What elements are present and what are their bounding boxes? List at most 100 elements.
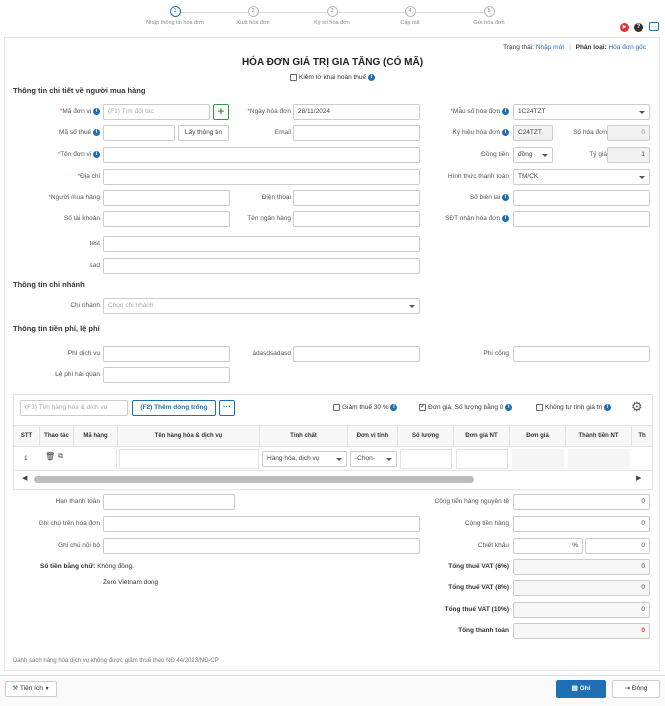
vat10-value: 0 (513, 602, 650, 618)
amount-words-en: Zero Vietnam dong (103, 579, 159, 586)
discount-value[interactable]: 0 (585, 538, 650, 554)
row-price-input[interactable] (512, 449, 564, 469)
account-input[interactable] (103, 211, 230, 227)
customs-fee-input[interactable] (103, 367, 230, 383)
scroll-right-arrow[interactable]: ▶ (636, 474, 641, 482)
close-button[interactable]: ⇥ Đóng (612, 680, 660, 698)
custom-fee-input[interactable] (293, 346, 420, 362)
invoice-note-label: Ghi chú trên hóa đơn (38, 520, 100, 527)
receipt-input[interactable] (513, 190, 650, 206)
save-icon: ▤ (571, 685, 578, 692)
template-label: *Mẫu số hóa đơn i (450, 108, 509, 115)
chat-icon[interactable]: … (649, 22, 659, 31)
row-amount-nt-input[interactable] (568, 449, 630, 469)
row-qty-input[interactable] (400, 449, 452, 469)
row-price-nt-input[interactable] (456, 449, 508, 469)
invoice-note-input[interactable] (103, 516, 420, 532)
subtotal-value: 0 (513, 494, 650, 510)
vat8-label: Tổng thuế VAT (8%) (448, 584, 509, 591)
step-5[interactable]: 5 Gửi hóa đơn (449, 6, 529, 26)
receipt-label: Số biên lai i (470, 194, 509, 201)
buyer-input[interactable] (103, 190, 230, 206)
internal-note-label: Ghi chú nội bộ (58, 542, 100, 549)
goods-label: Cộng tiền hàng (464, 520, 509, 527)
branch-select[interactable]: Chọn chi nhánh (103, 298, 420, 314)
item-search-input[interactable]: (F3) Tìm hàng hóa & dịch vụ (20, 400, 128, 416)
step-4[interactable]: 4 Cấp mã (370, 6, 450, 26)
reduce-tax-checkbox[interactable]: Giảm thuế 30 % i (333, 404, 398, 411)
number-input: 0 (607, 125, 650, 141)
rate-input[interactable]: 1 (607, 147, 650, 163)
unit-code-label: *Mã đơn vị i (60, 108, 100, 115)
service-fee-input[interactable] (103, 346, 230, 362)
account-label: Số tài khoản (63, 215, 100, 222)
gear-icon[interactable]: ⚙ (631, 400, 643, 414)
test-label: test (89, 240, 100, 247)
row-code-input[interactable] (75, 449, 117, 469)
lookup-button[interactable]: Lấy thông tin (178, 125, 229, 141)
bank-input[interactable] (293, 211, 420, 227)
discount-label: Chiết khấu (477, 542, 509, 549)
tax-refund-checkbox[interactable]: Kiêm tờ khai hoàn thuế i (290, 74, 375, 81)
row-nature-select[interactable]: Hàng hóa, dịch vụ (262, 451, 347, 467)
sad-input[interactable] (103, 258, 420, 274)
step-1[interactable]: 1 Nhập thông tin hóa đơn (135, 6, 215, 26)
recv-phone-input[interactable] (513, 211, 650, 227)
amount-words: Số tiền bằng chữ: Không đồng. (40, 563, 134, 570)
delete-icon[interactable]: 🗑 (45, 452, 55, 461)
total-label: Tổng thanh toán (458, 627, 509, 634)
recv-phone-label: SĐT nhận hóa đơn i (445, 215, 509, 222)
col-nature: Tính chất (260, 425, 348, 447)
currency-select[interactable]: đồng (513, 147, 553, 163)
address-label: *Địa chỉ (77, 173, 100, 180)
info-icon: i (390, 404, 398, 411)
symbol-label: Ký hiệu hóa đơn i (453, 129, 509, 136)
add-rows-button[interactable]: (F2) Thêm dòng trống (132, 400, 216, 416)
no-auto-calc-checkbox[interactable]: Không tự tính giá trị i (536, 404, 611, 411)
col-amount-nt: Thành tiền NT (566, 425, 632, 447)
youtube-icon[interactable]: ▶ (620, 23, 629, 32)
unit-name-input[interactable] (103, 147, 420, 163)
utility-button[interactable]: ⚒ Tiện ích ▼ (5, 681, 57, 697)
gate-fee-input[interactable] (513, 346, 650, 362)
customs-fee-label: Lệ phí hải quan (55, 371, 100, 378)
more-button[interactable]: ··· (219, 400, 235, 416)
col-price: Đơn giá (510, 425, 566, 447)
col-amount: Th (638, 433, 646, 439)
goods-value: 0 (513, 516, 650, 532)
date-input[interactable]: 28/11/2024 (293, 104, 420, 120)
deadline-input[interactable] (103, 494, 235, 510)
row-name-input[interactable] (119, 449, 259, 469)
email-input[interactable] (293, 125, 420, 141)
payment-label: Hình thức thanh toán (447, 173, 509, 180)
col-code: Mã hàng (74, 425, 118, 447)
template-select[interactable]: 1C24TZT (513, 104, 650, 120)
internal-note-input[interactable] (103, 538, 420, 554)
test-input[interactable] (103, 236, 420, 252)
scroll-left-arrow[interactable]: ◀ (22, 474, 27, 482)
add-partner-button[interactable]: + (213, 104, 229, 120)
zero-price-checkbox[interactable]: Đơn giá, Số lượng bằng 0 i (419, 403, 513, 411)
step-3[interactable]: 3 Ký số hóa đơn (292, 6, 372, 26)
symbol-input[interactable]: C24TZT (513, 125, 553, 141)
col-name: Tên hàng hóa & dịch vụ (118, 425, 260, 447)
step-2[interactable]: 2 Xuất hóa đơn (213, 6, 293, 26)
save-button[interactable]: ▤ Ghi (556, 680, 606, 698)
custom-fee-label: ádasdsadasd (252, 350, 291, 357)
buyer-label: *Người mua hàng (48, 194, 100, 201)
email-label: Email (274, 129, 291, 136)
subtotal-label: Cộng tiền hàng nguyên tệ (434, 498, 509, 505)
row-unit-select[interactable]: -Chọn- (350, 451, 397, 467)
help-icon[interactable]: ? (634, 23, 643, 32)
tax-code-input[interactable] (103, 125, 175, 141)
discount-pct-input[interactable]: % (513, 538, 583, 554)
horizontal-scrollbar[interactable] (34, 476, 474, 483)
address-input[interactable] (103, 169, 420, 185)
excluded-items-link[interactable]: Danh sách hàng hóa dịch vụ không được gi… (13, 658, 219, 664)
unit-code-input[interactable]: (F1) Tìm đối tác (103, 104, 210, 120)
section-buyer: Thông tin chi tiết về người mua hàng (13, 86, 146, 95)
payment-select[interactable]: TM/CK (513, 169, 650, 185)
copy-icon[interactable]: ⧉ (58, 453, 63, 461)
col-actions: Thao tác (40, 425, 74, 447)
phone-input[interactable] (293, 190, 420, 206)
